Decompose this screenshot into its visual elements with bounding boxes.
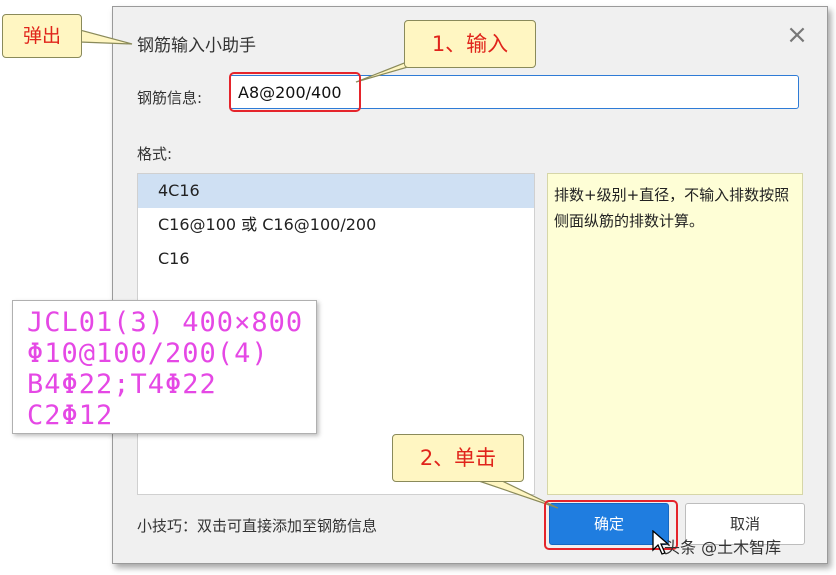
popup-callout: 弹出	[2, 14, 82, 58]
cad-beam-annotation: JCL01(3) 400×800 Φ10@100/200(4) B4Φ22;T4…	[12, 300, 317, 434]
cad-line: C2Φ12	[27, 400, 114, 431]
popup-leader	[79, 29, 133, 45]
watermark: 头条 @土木智库	[664, 538, 782, 557]
step1-callout: 1、输入	[404, 20, 536, 68]
cad-line: B4Φ22;T4Φ22	[27, 369, 217, 400]
cad-line: JCL01(3) 400×800	[27, 307, 304, 338]
callout-leader-lines	[79, 29, 559, 509]
cad-line: Φ10@100/200(4)	[27, 338, 269, 369]
step2-callout: 2、单击	[392, 434, 524, 482]
input-highlight-box	[229, 72, 361, 112]
